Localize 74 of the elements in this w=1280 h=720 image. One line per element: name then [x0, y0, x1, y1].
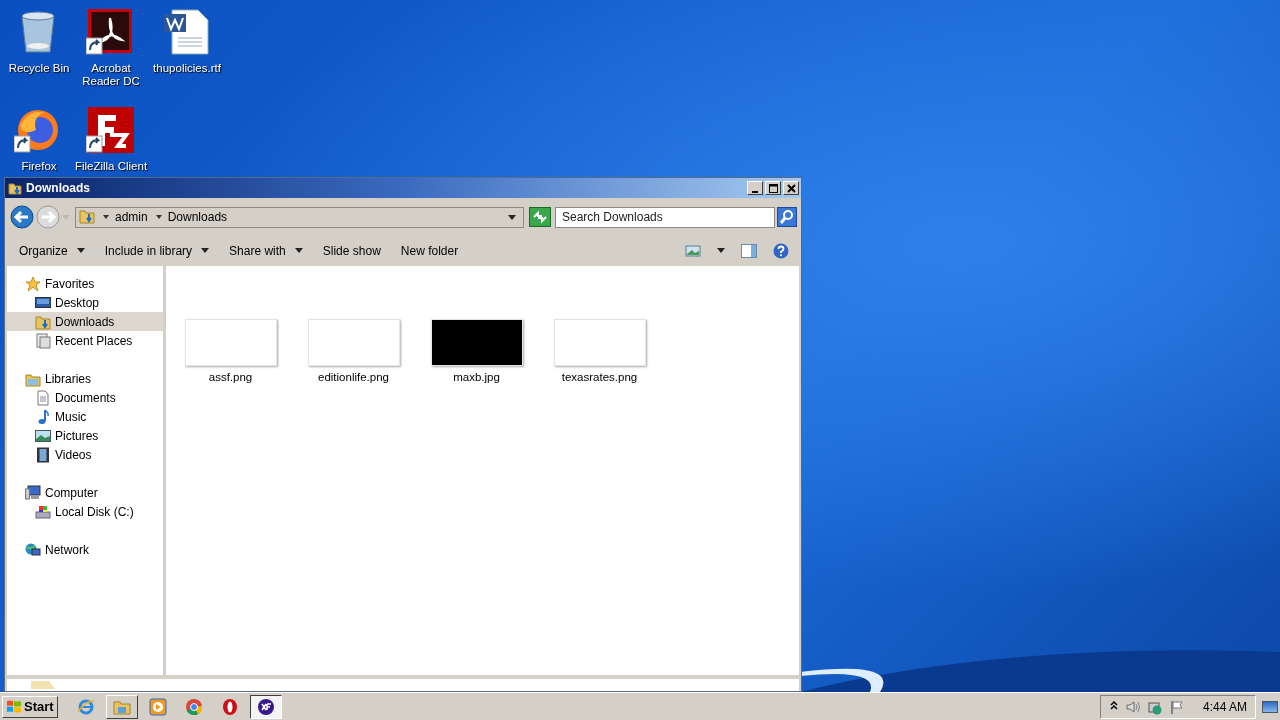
- toolbar-button[interactable]: Organize: [11, 240, 93, 261]
- search-field[interactable]: Search Downloads: [555, 206, 775, 228]
- nav-item[interactable]: Videos: [7, 445, 163, 464]
- refresh-button[interactable]: [529, 207, 551, 227]
- desktop-icon-label: Acrobat Reader DC: [81, 62, 141, 88]
- breadcrumb-item[interactable]: Downloads: [167, 210, 228, 224]
- desktop-icon-label: thupolicies.rtf: [152, 62, 222, 75]
- preview-pane-icon[interactable]: [741, 243, 757, 258]
- toolbar-button[interactable]: Include in library: [96, 240, 218, 261]
- file-name[interactable]: editionlife.png: [318, 371, 389, 383]
- start-button[interactable]: Start: [2, 695, 58, 718]
- help-icon[interactable]: [773, 242, 789, 259]
- dropdown-arrow-icon[interactable]: [507, 213, 517, 221]
- caret-icon[interactable]: [102, 214, 110, 220]
- caret-icon[interactable]: [76, 248, 85, 253]
- network-icon: [25, 541, 41, 558]
- nav-item[interactable]: Local Disk (C:): [7, 502, 163, 521]
- address-bar[interactable]: admin Downloads: [75, 206, 524, 228]
- file-thumbnail[interactable]: [307, 319, 400, 366]
- toolbar-button[interactable]: Share with: [221, 240, 311, 261]
- word-document-icon[interactable]: [162, 8, 212, 56]
- taskbar-button[interactable]: [249, 694, 282, 719]
- file-thumbnail[interactable]: [184, 319, 277, 366]
- flag-icon[interactable]: [1168, 698, 1185, 715]
- nav-item[interactable]: Music: [7, 407, 163, 426]
- nav-item[interactable]: Recent Places: [7, 331, 163, 350]
- computer-icon: [25, 484, 41, 501]
- drive-icon: [35, 503, 51, 520]
- filezilla-icon[interactable]: [86, 106, 136, 154]
- nav-item[interactable]: Libraries: [7, 369, 163, 388]
- film-icon: [35, 446, 51, 463]
- file-thumbnail[interactable]: [553, 319, 646, 366]
- chrome-icon[interactable]: [184, 697, 203, 716]
- toolbar-button[interactable]: Slide show: [314, 240, 389, 261]
- recent-places-icon: [35, 332, 51, 349]
- clock: 4:44 AM: [1202, 699, 1247, 714]
- show-desktop-button[interactable]: [1262, 700, 1278, 713]
- nav-item[interactable]: Pictures: [7, 426, 163, 445]
- opera-icon[interactable]: [220, 697, 239, 716]
- speaker-icon[interactable]: [1124, 698, 1141, 715]
- monitor-icon: [35, 294, 51, 311]
- breadcrumb-item[interactable]: admin: [115, 210, 148, 224]
- search-button[interactable]: [777, 207, 797, 227]
- folder-icon: [79, 207, 95, 224]
- nav-item[interactable]: Downloads: [7, 312, 163, 331]
- caret-icon[interactable]: [201, 248, 210, 253]
- music-note-icon: [35, 408, 51, 425]
- nav-item[interactable]: Computer: [7, 483, 163, 502]
- document-icon: [35, 389, 51, 406]
- star-icon: [25, 275, 41, 292]
- desktop-icon-label: FileZilla Client: [73, 160, 149, 173]
- caret-icon[interactable]: [717, 248, 725, 253]
- caret-icon[interactable]: [154, 214, 163, 220]
- folder-icon: [35, 313, 51, 330]
- toolbar-button[interactable]: New folder: [392, 240, 467, 261]
- folder-icon: [29, 679, 57, 689]
- file-thumbnail[interactable]: [430, 319, 523, 366]
- nav-item[interactable]: Desktop: [7, 293, 163, 312]
- picture-icon: [35, 427, 51, 444]
- file-name[interactable]: maxb.jpg: [453, 371, 500, 383]
- file-name[interactable]: texasrates.png: [561, 371, 638, 383]
- caret-icon[interactable]: [294, 248, 303, 253]
- folder-icon: [8, 181, 22, 195]
- nav-item[interactable]: Network: [7, 540, 163, 559]
- nav-item[interactable]: Favorites: [7, 274, 163, 293]
- back-button[interactable]: [9, 204, 35, 230]
- view-icon[interactable]: [685, 244, 701, 257]
- window-title: Downloads: [26, 181, 90, 195]
- media-player-icon[interactable]: [148, 697, 167, 716]
- nav-item[interactable]: Documents: [7, 388, 163, 407]
- desktop-icon-label: Recycle Bin: [7, 62, 71, 75]
- disc-icon[interactable]: [256, 697, 275, 716]
- desktop-icon-label: Firefox: [20, 160, 58, 173]
- file-name[interactable]: assf.png: [208, 371, 253, 383]
